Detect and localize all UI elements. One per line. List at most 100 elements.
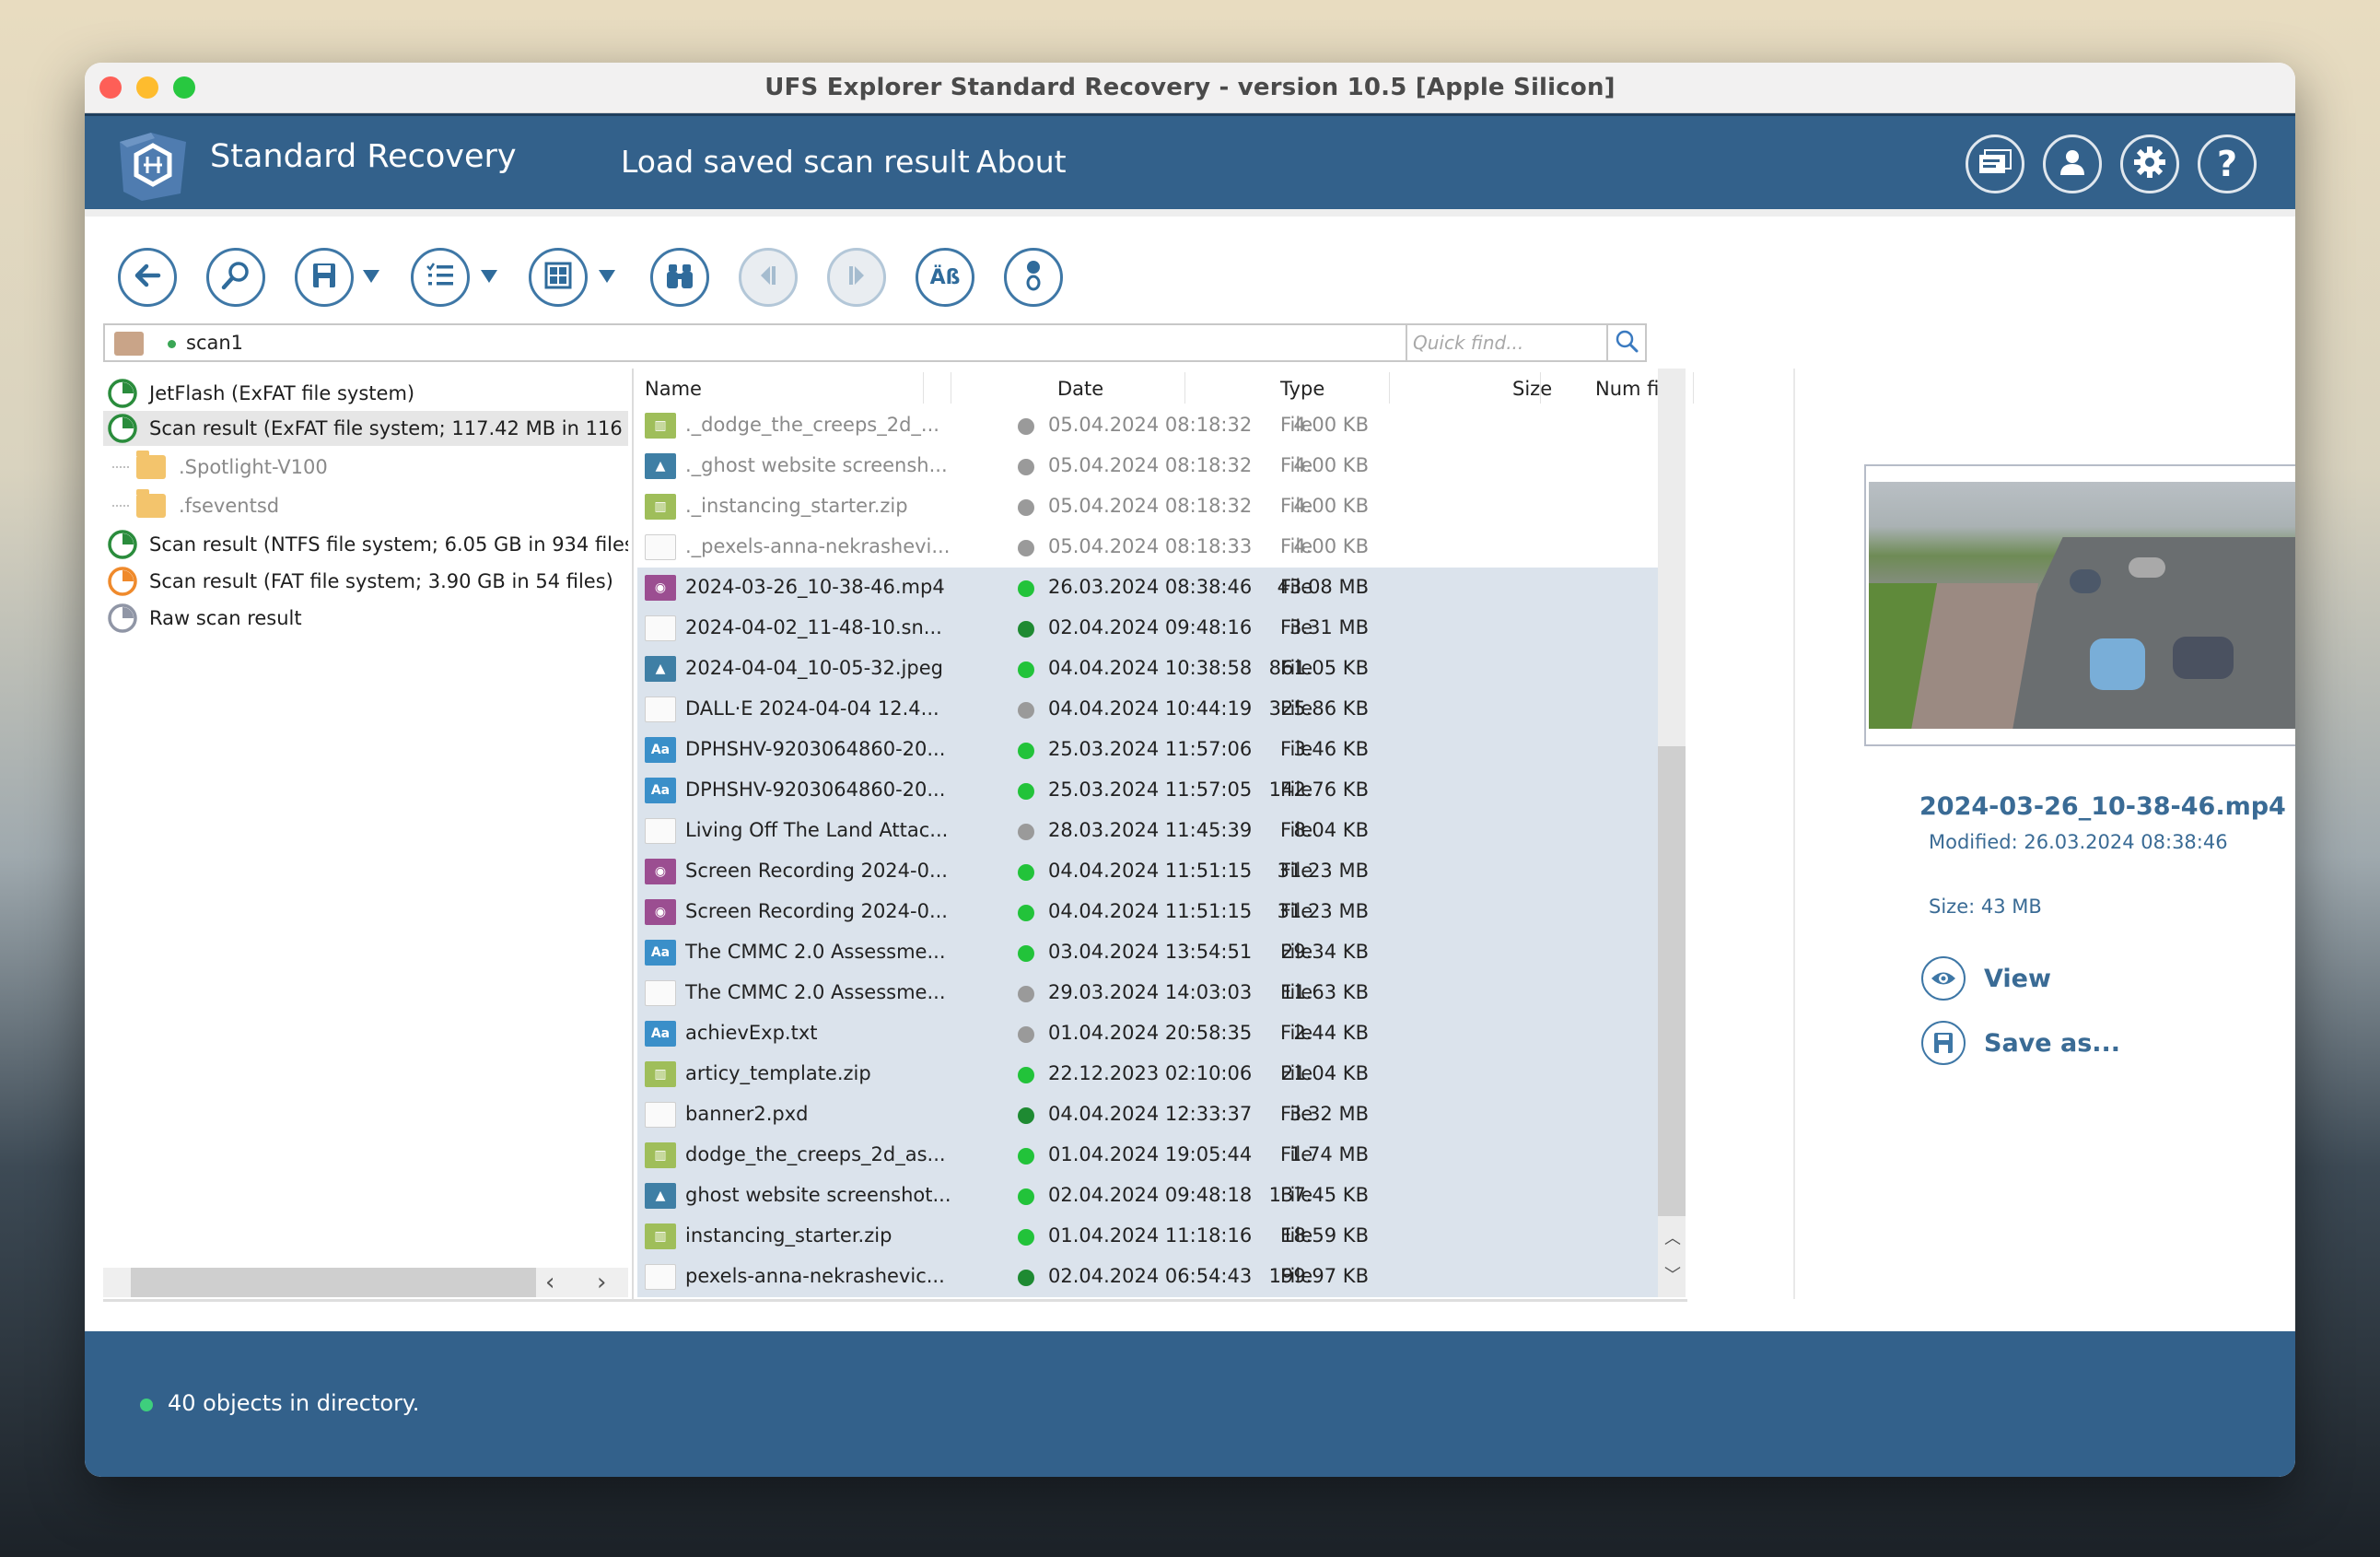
table-row[interactable]: ._pexels-anna-nekrashevi... 05.04.2024 08… [637,527,1660,568]
app-window: UFS Explorer Standard Recovery - version… [85,63,2295,1477]
about-link[interactable]: About [976,144,1067,180]
table-row[interactable]: DALL·E 2024-04-04 12.4... 04.04.2024 10:4… [637,689,1660,730]
table-row[interactable]: 2024-04-02_11-48-10.sn... 02.04.2024 09:4… [637,608,1660,649]
table-row[interactable]: ◉ Screen Recording 2024-0... 04.04.2024 11… [637,851,1660,892]
recovery-status-dot [1018,1188,1034,1205]
table-row[interactable]: ◉ Screen Recording 2024-0... 04.04.2024 11… [637,892,1660,932]
text-file-icon: Aa [645,778,676,803]
file-date: 26.03.2024 08:38:46 [1048,576,1253,598]
save-dropdown-arrow[interactable] [363,270,379,283]
video-thumbnail[interactable] [1869,482,2295,729]
info-button[interactable] [1004,248,1063,307]
recovery-status-dot [1018,1067,1034,1083]
tree-item-fseventsd[interactable]: .fseventsd [103,488,628,523]
recovery-status-dot [1018,1270,1034,1286]
column-header-date[interactable]: Date [1057,378,1103,400]
column-header-name[interactable]: Name [645,378,702,400]
save-button[interactable] [295,248,354,307]
table-row[interactable]: ▥ articy_template.zip 22.12.2023 02:10:06 F… [637,1054,1660,1095]
dialogs-button[interactable] [1966,135,2024,193]
file-date: 02.04.2024 09:48:16 [1048,616,1253,638]
scroll-right-icon[interactable]: › [597,1268,606,1297]
column-divider[interactable] [923,372,924,404]
file-size: 29.34 KB [1281,941,1369,963]
select-dropdown-arrow[interactable] [481,270,497,283]
table-row[interactable]: pexels-anna-nekrashevic... 02.04.2024 06:… [637,1257,1660,1297]
table-row[interactable]: The CMMC 2.0 Assessme... 29.03.2024 14:03… [637,973,1660,1013]
find-button[interactable] [650,248,709,307]
search-button[interactable] [206,248,265,307]
folder-icon [136,489,166,518]
column-divider[interactable] [1540,372,1541,404]
panel-splitter[interactable] [632,369,634,1299]
table-row[interactable]: banner2.pxd 04.04.2024 12:33:37 File 3.32 M… [637,1095,1660,1135]
load-saved-scan-link[interactable]: Load saved scan result [621,144,970,180]
view-button[interactable]: View [1921,955,2051,1001]
help-button[interactable]: ? [2198,135,2257,193]
table-row[interactable]: ▲ 2024-04-04_10-05-32.jpeg 04.04.2024 10:3… [637,649,1660,689]
column-header-size[interactable]: Size [1512,378,1552,400]
tree-item-spotlight[interactable]: .Spotlight-V100 [103,450,628,485]
folder-icon [136,451,166,479]
table-row[interactable]: ▥ dodge_the_creeps_2d_as... 01.04.2024 19:… [637,1135,1660,1176]
file-name: pexels-anna-nekrashevic... [685,1265,945,1287]
scrollbar-thumb[interactable] [1658,746,1686,1216]
next-button[interactable] [827,248,886,307]
column-divider[interactable] [1184,372,1185,404]
tree-item-label: JetFlash (ExFAT file system) [149,382,415,404]
table-row[interactable]: ▲ ghost website screenshot... 02.04.2024 0… [637,1176,1660,1216]
generic-file-icon [645,615,676,641]
select-button[interactable] [411,248,470,307]
previous-button[interactable] [739,248,798,307]
recovery-status-dot [1018,580,1034,597]
tree-item-scan-exfat[interactable]: Scan result (ExFAT file system; 117.42 M… [103,411,628,446]
scroll-left-icon[interactable]: ‹ [545,1268,554,1297]
tree-item-raw-scan[interactable]: Raw scan result [103,601,628,636]
file-size: 137.45 KB [1268,1184,1369,1206]
table-row[interactable]: ▲ ._ghost website screensh... 05.04.2024 0… [637,446,1660,486]
file-name: DALL·E 2024-04-04 12.4... [685,697,939,720]
table-vertical-scrollbar[interactable]: ︿ ﹀ [1658,369,1686,1297]
quick-find-button[interactable] [1606,325,1645,360]
zip-archive-icon: ▥ [645,1223,676,1249]
table-row[interactable]: Aa The CMMC 2.0 Assessme... 03.04.2024 13:… [637,932,1660,973]
back-button[interactable] [118,248,177,307]
table-row[interactable]: Aa DPHSHV-9203064860-20... 25.03.2024 11:5… [637,770,1660,811]
scrollbar-thumb[interactable] [131,1268,536,1297]
column-header-type[interactable]: Type [1280,378,1324,400]
path-bar[interactable]: scan1 [103,323,1411,362]
column-divider[interactable] [1389,372,1390,404]
scroll-up-icon[interactable]: ︿ [1664,1225,1681,1249]
recovery-status-dot [1018,661,1034,678]
quick-find-input[interactable] [1407,325,1608,360]
tree-item-label: Scan result (ExFAT file system; 117.42 M… [149,417,628,439]
table-row[interactable]: Aa DPHSHV-9203064860-20... 25.03.2024 11:5… [637,730,1660,770]
generic-file-icon [645,534,676,560]
column-divider[interactable] [1693,372,1694,404]
recovery-status-dot [1018,1229,1034,1246]
view-mode-dropdown-arrow[interactable] [599,270,615,283]
settings-button[interactable] [2120,135,2179,193]
tree-horizontal-scrollbar[interactable]: ‹ › [103,1268,628,1297]
view-mode-button[interactable] [529,248,588,307]
tree-item-scan-fat[interactable]: Scan result (FAT file system; 3.90 GB in… [103,564,628,599]
charset-button[interactable]: Äß [916,248,974,307]
tree-item-jetflash[interactable]: JetFlash (ExFAT file system) [103,376,628,411]
thumb-car [2173,637,2234,679]
table-row[interactable]: ▥ ._dodge_the_creeps_2d_... 05.04.2024 08:… [637,405,1660,446]
table-row[interactable]: Aa achievExp.txt 01.04.2024 20:58:35 File 2.… [637,1013,1660,1054]
table-row[interactable]: ▥ ._instancing_starter.zip 05.04.2024 08:1… [637,486,1660,527]
recovery-status-dot [1018,824,1034,840]
file-date: 04.04.2024 10:38:58 [1048,657,1253,679]
account-button[interactable] [2043,135,2102,193]
table-row[interactable]: Living Off The Land Attac... 28.03.2024 1… [637,811,1660,851]
save-as-label: Save as... [1984,1028,2121,1058]
tree-item-label: Raw scan result [149,607,302,629]
table-row[interactable]: ◉ 2024-03-26_10-38-46.mp4 26.03.2024 08:38… [637,568,1660,608]
preview-modified: Modified: 26.03.2024 08:38:46 [1929,831,2228,853]
tree-item-scan-ntfs[interactable]: Scan result (NTFS file system; 6.05 GB i… [103,527,628,562]
table-row[interactable]: ▥ instancing_starter.zip 01.04.2024 11:18:… [637,1216,1660,1257]
scroll-down-icon[interactable]: ﹀ [1664,1262,1681,1286]
save-as-button[interactable]: Save as... [1921,1020,2120,1066]
file-date: 04.04.2024 10:44:19 [1048,697,1253,720]
